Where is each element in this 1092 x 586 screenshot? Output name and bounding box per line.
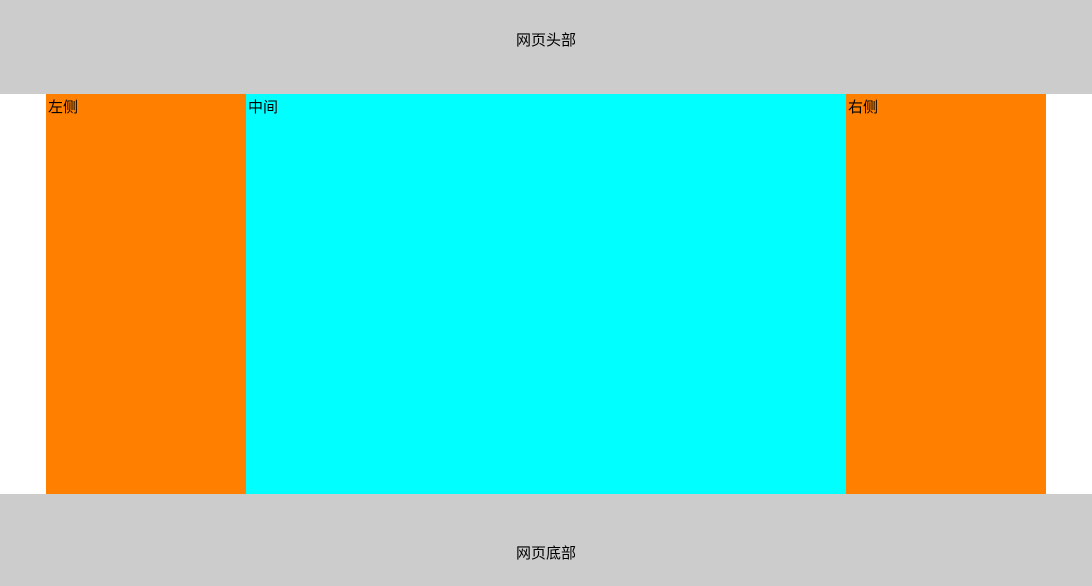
left-column: 左侧: [46, 94, 246, 494]
page-header: 网页头部: [0, 0, 1092, 94]
right-column: 右侧: [846, 94, 1046, 494]
main-container: 左侧 中间 右侧: [46, 94, 1046, 494]
footer-title: 网页底部: [516, 542, 576, 563]
center-label: 中间: [246, 94, 280, 119]
center-column: 中间: [246, 94, 846, 494]
left-label: 左侧: [46, 94, 80, 119]
header-title: 网页头部: [516, 0, 576, 50]
right-label: 右侧: [846, 94, 880, 119]
page-footer: 网页底部: [0, 494, 1092, 586]
